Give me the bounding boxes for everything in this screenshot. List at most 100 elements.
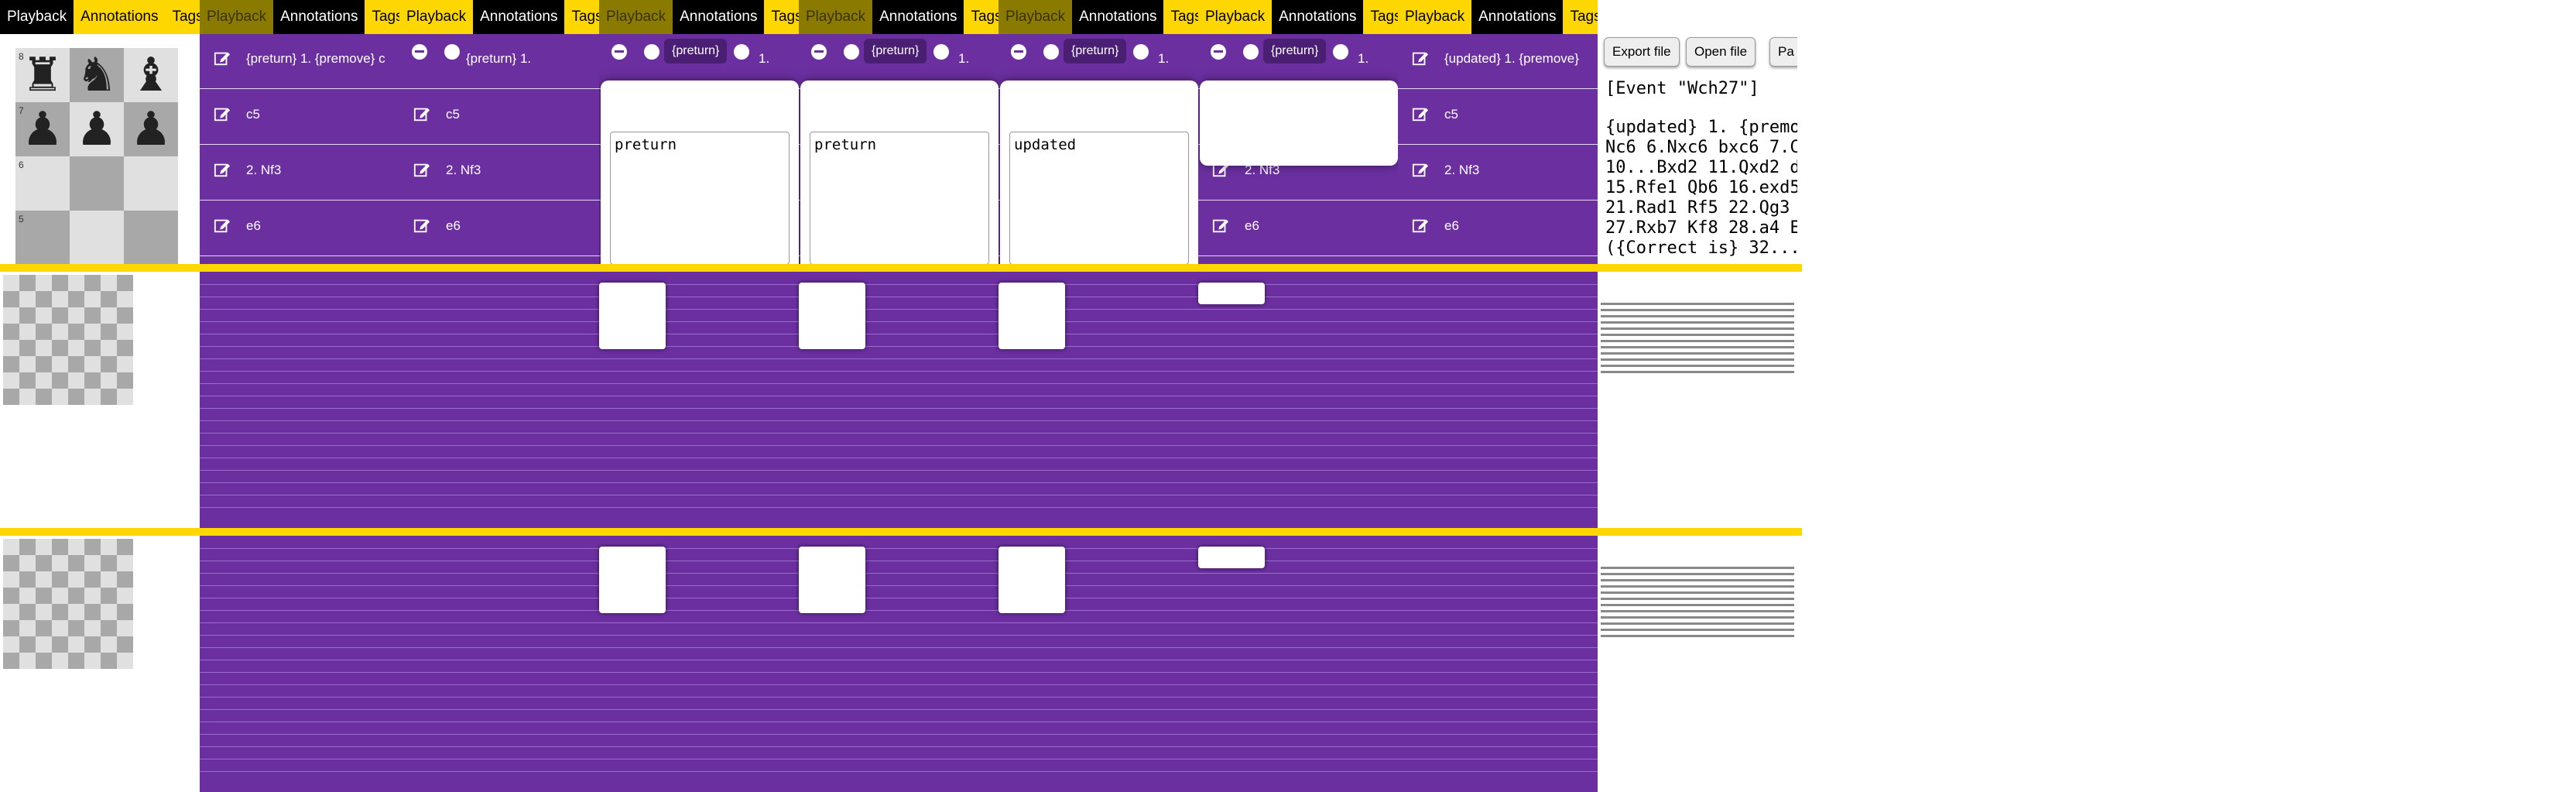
- remove-icon[interactable]: [1211, 44, 1226, 60]
- radio-icon[interactable]: [444, 44, 460, 60]
- comment-editor[interactable]: [1200, 81, 1398, 166]
- tab-playback[interactable]: Playback: [799, 0, 873, 34]
- tab-tags[interactable]: Tags: [365, 0, 399, 34]
- tab-playback[interactable]: Playback: [0, 0, 74, 34]
- board-square: [101, 275, 117, 291]
- tab-tags[interactable]: Tags: [564, 0, 599, 34]
- tab-playback[interactable]: Playback: [599, 0, 673, 34]
- chess-piece[interactable]: ♟: [70, 102, 124, 156]
- tab-annotations[interactable]: Annotations: [273, 0, 365, 34]
- board-square: [36, 275, 52, 291]
- pgn-movetext-line: 21.Rad1 Rf5 22.Qg3: [1605, 198, 1790, 218]
- open-file-button[interactable]: Open file: [1686, 37, 1756, 67]
- tab-annotations[interactable]: Annotations: [1272, 0, 1364, 34]
- move-row[interactable]: c5: [1398, 90, 1598, 145]
- chess-board[interactable]: ♜ ♞ ♝ ♟ ♟ ♟ 8 7 6 5: [0, 34, 200, 264]
- move-row[interactable]: {preturn} 1. {premove} c: [200, 34, 399, 89]
- tab-tags[interactable]: Tags: [964, 0, 999, 34]
- chess-piece[interactable]: ♞: [70, 48, 124, 102]
- comment-editor[interactable]: updated: [1000, 81, 1198, 264]
- edit-icon[interactable]: [413, 217, 430, 234]
- move-row[interactable]: e6: [200, 201, 399, 256]
- row-divider: [999, 433, 1198, 434]
- edit-icon[interactable]: [1412, 217, 1429, 234]
- comment-value[interactable]: preturn: [615, 136, 677, 153]
- chess-piece[interactable]: ♟: [124, 102, 178, 156]
- edit-icon[interactable]: [413, 161, 430, 178]
- move-row[interactable]: e6: [1198, 201, 1398, 256]
- row-divider: [599, 371, 799, 372]
- panel-column: [399, 272, 599, 528]
- chess-piece[interactable]: ♝: [124, 48, 178, 102]
- move-row[interactable]: {updated} 1. {premove}: [1398, 34, 1598, 89]
- remove-icon[interactable]: [412, 44, 427, 60]
- move-row[interactable]: e6: [399, 201, 599, 256]
- board-square: [68, 340, 84, 356]
- move-row[interactable]: c5: [200, 90, 399, 145]
- row-divider: [1198, 709, 1398, 710]
- move-row[interactable]: e6: [1398, 201, 1598, 256]
- comment-editor[interactable]: preturn: [800, 81, 999, 264]
- radio-icon[interactable]: [844, 44, 859, 60]
- move-row[interactable]: 2. Nf3: [1398, 146, 1598, 201]
- radio-icon[interactable]: [1333, 44, 1348, 60]
- tab-playback[interactable]: Playback: [200, 0, 274, 34]
- tab-playback[interactable]: Playback: [999, 0, 1073, 34]
- edit-icon[interactable]: [1412, 161, 1429, 178]
- comment-chip[interactable]: {preturn}: [664, 39, 728, 63]
- radio-icon[interactable]: [933, 44, 949, 60]
- tab-playback[interactable]: Playback: [399, 0, 473, 34]
- tab-tags[interactable]: Tags: [1163, 0, 1198, 34]
- tab-tags[interactable]: Tags: [165, 0, 200, 34]
- row-divider: [399, 321, 599, 322]
- board-square: [101, 555, 117, 571]
- comment-chip[interactable]: {preturn}: [1263, 39, 1327, 63]
- paste-button[interactable]: Pa: [1769, 37, 1797, 67]
- comment-editor[interactable]: preturn: [601, 81, 799, 264]
- edit-icon[interactable]: [214, 105, 231, 122]
- tab-playback[interactable]: Playback: [1398, 0, 1471, 34]
- tab-annotations[interactable]: Annotations: [872, 0, 964, 34]
- board-square[interactable]: [70, 156, 124, 211]
- edit-icon[interactable]: [413, 105, 430, 122]
- comment-value[interactable]: preturn: [814, 136, 876, 153]
- comment-chip[interactable]: {preturn}: [864, 39, 927, 63]
- radio-icon[interactable]: [1243, 44, 1259, 60]
- board-square[interactable]: [124, 211, 178, 264]
- edit-icon[interactable]: [1412, 105, 1429, 122]
- move-row[interactable]: 2. Nf3: [200, 146, 399, 201]
- tab-tags[interactable]: Tags: [1363, 0, 1398, 34]
- radio-icon[interactable]: [644, 44, 659, 60]
- move-row[interactable]: 2. Nf3: [399, 146, 599, 201]
- edit-icon[interactable]: [214, 161, 231, 178]
- tab-annotations[interactable]: Annotations: [1471, 0, 1564, 34]
- tab-annotations[interactable]: Annotations: [673, 0, 765, 34]
- board-square[interactable]: [124, 156, 178, 211]
- export-file-button[interactable]: Export file: [1604, 37, 1680, 67]
- board-square[interactable]: [70, 211, 124, 264]
- tab-tags[interactable]: Tags: [764, 0, 799, 34]
- edit-icon[interactable]: [214, 217, 231, 234]
- remove-icon[interactable]: [811, 44, 827, 60]
- edit-icon[interactable]: [1212, 217, 1229, 234]
- row-divider: [599, 445, 799, 446]
- edit-icon[interactable]: [1412, 50, 1429, 67]
- tab-annotations[interactable]: Annotations: [473, 0, 565, 34]
- row-divider: [200, 284, 399, 285]
- move-row[interactable]: c5: [399, 90, 599, 145]
- tab-playback[interactable]: Playback: [1198, 0, 1272, 34]
- tab-annotations[interactable]: Annotations: [1072, 0, 1164, 34]
- edit-icon[interactable]: [214, 50, 231, 67]
- radio-icon[interactable]: [1133, 44, 1149, 60]
- tab-annotations[interactable]: Annotations: [74, 0, 165, 34]
- radio-icon[interactable]: [1043, 44, 1059, 60]
- tab-tags[interactable]: Tags: [1563, 0, 1598, 34]
- remove-icon[interactable]: [611, 44, 627, 60]
- move-text: {preturn} 1.: [466, 51, 532, 66]
- radio-icon[interactable]: [734, 44, 749, 60]
- remove-icon[interactable]: [1011, 44, 1026, 60]
- board-square: [117, 340, 133, 356]
- comment-value[interactable]: updated: [1014, 136, 1076, 153]
- move-row[interactable]: {preturn} 1.: [399, 34, 599, 89]
- comment-chip[interactable]: {preturn}: [1064, 39, 1127, 63]
